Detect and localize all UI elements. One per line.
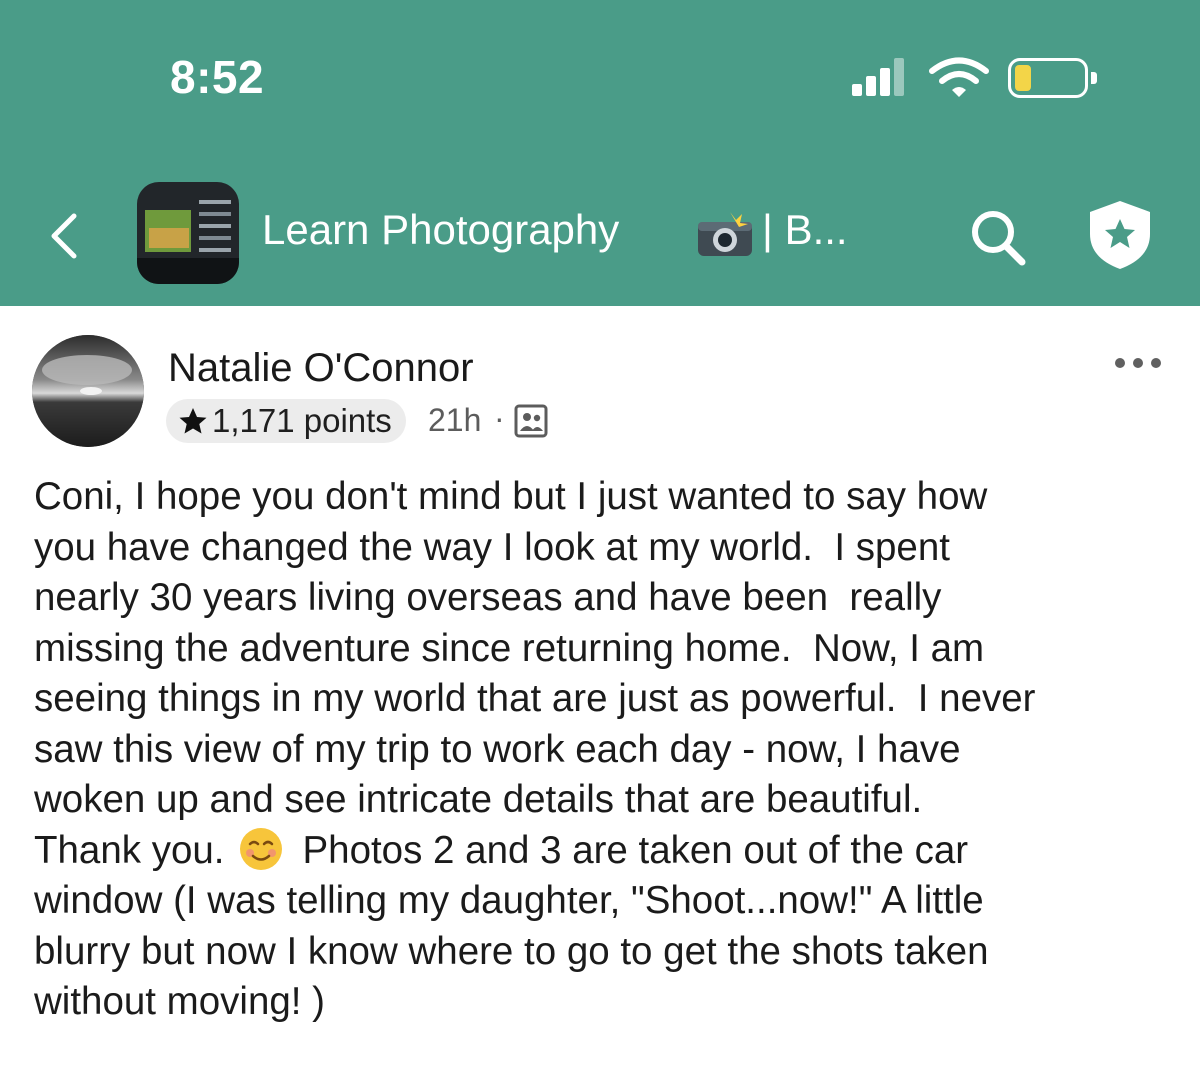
points-value: 1,171 points	[212, 402, 392, 439]
post-time[interactable]: 21h	[428, 402, 481, 439]
members-icon	[514, 404, 548, 438]
post-line-part: Thank you.	[34, 828, 225, 872]
meta-separator: ·	[494, 400, 505, 436]
back-button[interactable]	[40, 208, 90, 264]
author-name[interactable]: Natalie O'Connor	[168, 346, 474, 391]
wifi-icon	[929, 57, 989, 97]
post-body: Coni, I hope you don't mind but I just w…	[34, 472, 1174, 1028]
post-line: saw this view of my trip to work each da…	[34, 727, 961, 771]
more-dots-icon[interactable]	[1110, 348, 1166, 378]
smiling-face-icon	[240, 827, 283, 870]
post-line: missing the adventure since returning ho…	[34, 626, 985, 670]
post-line-part: Photos 2 and 3 are taken out of the car	[302, 828, 969, 872]
points-badge: 1,171 points	[166, 399, 406, 443]
post-line: window (I was telling my daughter, "Shoo…	[34, 879, 984, 922]
battery-low-icon	[1008, 58, 1098, 98]
post-line: you have changed the way I look at my wo…	[34, 525, 950, 569]
status-time: 8:52	[170, 51, 265, 103]
cellular-signal-icon	[852, 58, 912, 96]
post-line: seeing things in my world that are just …	[34, 677, 1036, 720]
post-line: woken up and see intricate details that …	[34, 778, 923, 821]
group-title[interactable]: Learn Photography	[262, 206, 619, 254]
post-line-with-emoji: Thank you. Photos 2 and 3 are taken out …	[34, 826, 1174, 877]
group-avatar[interactable]	[137, 182, 239, 284]
app-header: 8:52 Learn Photography | B...	[0, 0, 1200, 306]
star-icon	[179, 408, 207, 434]
post-line: nearly 30 years living overseas and have…	[34, 576, 942, 619]
post-line: Coni, I hope you don't mind but I just w…	[34, 475, 988, 518]
camera-with-flash-icon	[698, 212, 752, 256]
author-avatar[interactable]	[32, 335, 144, 447]
search-icon[interactable]	[966, 206, 1030, 268]
post-line: without moving! )	[34, 980, 326, 1023]
group-title-tail[interactable]: | B...	[762, 206, 848, 254]
post-line: blurry but now I know where to go to get…	[34, 929, 989, 973]
shield-star-icon[interactable]	[1086, 198, 1154, 272]
